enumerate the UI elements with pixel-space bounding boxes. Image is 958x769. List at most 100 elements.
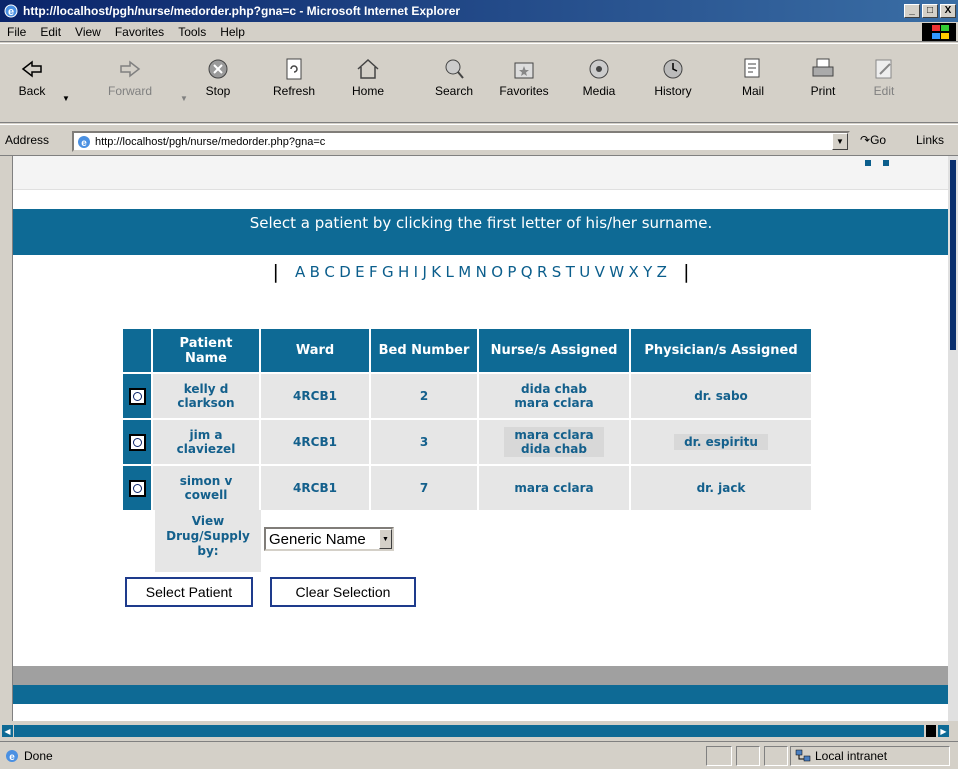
select-cell bbox=[123, 466, 151, 510]
alphabet-index: | ABCDEFGHIJKLMNOPQRSTUVWXYZ | bbox=[13, 260, 948, 284]
svg-text:e: e bbox=[9, 752, 15, 763]
refresh-button[interactable]: Refresh bbox=[266, 46, 322, 120]
media-icon bbox=[589, 59, 609, 79]
letter-link-e[interactable]: E bbox=[353, 263, 367, 281]
table-header-row: Patient Name Ward Bed Number Nurse/s Ass… bbox=[123, 329, 811, 372]
print-button[interactable]: Print bbox=[798, 46, 848, 120]
letter-link-g[interactable]: G bbox=[380, 263, 396, 281]
horizontal-scrollbar[interactable]: ◀ ▶ bbox=[0, 721, 958, 741]
letter-link-s[interactable]: S bbox=[550, 263, 564, 281]
media-button[interactable]: Media bbox=[574, 46, 624, 120]
letter-link-f[interactable]: F bbox=[367, 263, 380, 281]
search-button[interactable]: Search bbox=[428, 46, 480, 120]
home-button[interactable]: Home bbox=[346, 46, 390, 120]
letter-link-i[interactable]: I bbox=[411, 263, 420, 281]
table-row: simon v cowell 4RCB1 7 mara cclara dr. ja… bbox=[123, 466, 811, 510]
letter-link-n[interactable]: N bbox=[473, 263, 489, 281]
bed-cell: 7 bbox=[371, 466, 477, 510]
links-button[interactable]: Links bbox=[916, 133, 944, 147]
back-arrow-icon bbox=[21, 60, 42, 78]
page-content: Select a patient by clicking the first l… bbox=[12, 156, 948, 721]
favorites-icon bbox=[514, 62, 534, 79]
patient-radio-button[interactable] bbox=[128, 387, 146, 405]
ward-cell: 4RCB1 bbox=[261, 374, 369, 418]
alphabet-letters: ABCDEFGHIJKLMNOPQRSTUVWXYZ bbox=[293, 263, 669, 281]
bed-cell: 3 bbox=[371, 420, 477, 464]
menu-help[interactable]: Help bbox=[213, 25, 252, 39]
letter-link-o[interactable]: O bbox=[489, 263, 505, 281]
horizontal-scroll-track[interactable] bbox=[14, 725, 924, 737]
address-input[interactable]: e http://localhost/pgh/nurse/medorder.ph… bbox=[72, 131, 850, 152]
page-icon: e bbox=[78, 135, 90, 149]
edit-button[interactable]: Edit bbox=[862, 46, 906, 120]
ward-cell: 4RCB1 bbox=[261, 420, 369, 464]
menu-view[interactable]: View bbox=[68, 25, 108, 39]
zone-text: Local intranet bbox=[815, 749, 888, 763]
toolbar: Back ▼ Forward ▼ Stop Refresh Home Searc… bbox=[0, 43, 958, 123]
letter-link-a[interactable]: A bbox=[293, 263, 308, 281]
clear-selection-button[interactable]: Clear Selection bbox=[270, 577, 416, 607]
view-by-select[interactable]: Generic Name ▼ bbox=[264, 527, 394, 551]
mail-button[interactable]: Mail bbox=[728, 46, 778, 120]
menu-bar: File Edit View Favorites Tools Help bbox=[0, 22, 958, 42]
physician-cell: dr. jack bbox=[631, 466, 811, 510]
letter-link-q[interactable]: Q bbox=[519, 263, 535, 281]
letter-link-h[interactable]: H bbox=[396, 263, 412, 281]
close-button[interactable]: X bbox=[940, 4, 956, 18]
select-patient-button[interactable]: Select Patient bbox=[125, 577, 253, 607]
letter-link-l[interactable]: L bbox=[443, 263, 456, 281]
patient-name-cell: simon v cowell bbox=[153, 466, 259, 510]
select-cell bbox=[123, 420, 151, 464]
patient-radio-button[interactable] bbox=[128, 479, 146, 497]
scroll-left-icon[interactable]: ◀ bbox=[2, 725, 13, 737]
scroll-right-icon[interactable]: ▶ bbox=[938, 725, 949, 737]
history-button[interactable]: History bbox=[646, 46, 700, 120]
horizontal-scroll-thumb[interactable] bbox=[926, 725, 936, 737]
status-panel bbox=[764, 746, 788, 766]
menu-file[interactable]: File bbox=[0, 25, 33, 39]
security-zone: Local intranet bbox=[790, 746, 950, 766]
window-title-bar: e http://localhost/pgh/nurse/medorder.ph… bbox=[0, 0, 958, 22]
letter-link-k[interactable]: K bbox=[429, 263, 443, 281]
header-decoration bbox=[865, 160, 889, 166]
letter-link-w[interactable]: W bbox=[607, 263, 626, 281]
letter-link-y[interactable]: Y bbox=[641, 263, 655, 281]
back-button[interactable]: Back bbox=[10, 46, 54, 120]
favorites-button[interactable]: Favorites bbox=[494, 46, 554, 120]
patient-radio-button[interactable] bbox=[128, 433, 146, 451]
letter-link-c[interactable]: C bbox=[322, 263, 337, 281]
back-dropdown-icon[interactable]: ▼ bbox=[62, 94, 70, 103]
forward-button[interactable]: Forward bbox=[100, 46, 160, 120]
go-button[interactable]: ↷Go bbox=[860, 133, 886, 147]
letter-link-u[interactable]: U bbox=[577, 263, 592, 281]
vertical-scrollbar[interactable] bbox=[948, 156, 958, 721]
letter-link-p[interactable]: P bbox=[505, 263, 518, 281]
letter-link-b[interactable]: B bbox=[307, 263, 322, 281]
vertical-scroll-thumb[interactable] bbox=[950, 160, 956, 350]
svg-text:e: e bbox=[81, 138, 87, 149]
chevron-down-icon: ▼ bbox=[379, 529, 392, 549]
nurse-cell: mara cclara dida chab bbox=[479, 420, 629, 464]
table-row: kelly d clarkson 4RCB1 2 dida chab mara cc… bbox=[123, 374, 811, 418]
letter-link-d[interactable]: D bbox=[337, 263, 353, 281]
letter-link-v[interactable]: V bbox=[592, 263, 607, 281]
maximize-button[interactable]: □ bbox=[922, 4, 938, 18]
patient-table: Patient Name Ward Bed Number Nurse/s Ass… bbox=[121, 327, 813, 512]
letter-link-z[interactable]: Z bbox=[654, 263, 669, 281]
letter-link-t[interactable]: T bbox=[564, 263, 578, 281]
stop-button[interactable]: Stop bbox=[196, 46, 240, 120]
address-dropdown-icon[interactable]: ▼ bbox=[832, 133, 848, 150]
menu-tools[interactable]: Tools bbox=[171, 25, 213, 39]
minimize-button[interactable]: _ bbox=[904, 4, 920, 18]
letter-link-j[interactable]: J bbox=[420, 263, 429, 281]
nurse-cell: dida chab mara cclara bbox=[479, 374, 629, 418]
letter-link-x[interactable]: X bbox=[626, 263, 641, 281]
menu-edit[interactable]: Edit bbox=[33, 25, 68, 39]
home-icon bbox=[357, 58, 379, 79]
letter-link-r[interactable]: R bbox=[535, 263, 550, 281]
forward-dropdown-icon[interactable]: ▼ bbox=[180, 94, 188, 103]
select-cell bbox=[123, 374, 151, 418]
nurse-cell: mara cclara bbox=[479, 466, 629, 510]
menu-favorites[interactable]: Favorites bbox=[108, 25, 171, 39]
letter-link-m[interactable]: M bbox=[456, 263, 473, 281]
